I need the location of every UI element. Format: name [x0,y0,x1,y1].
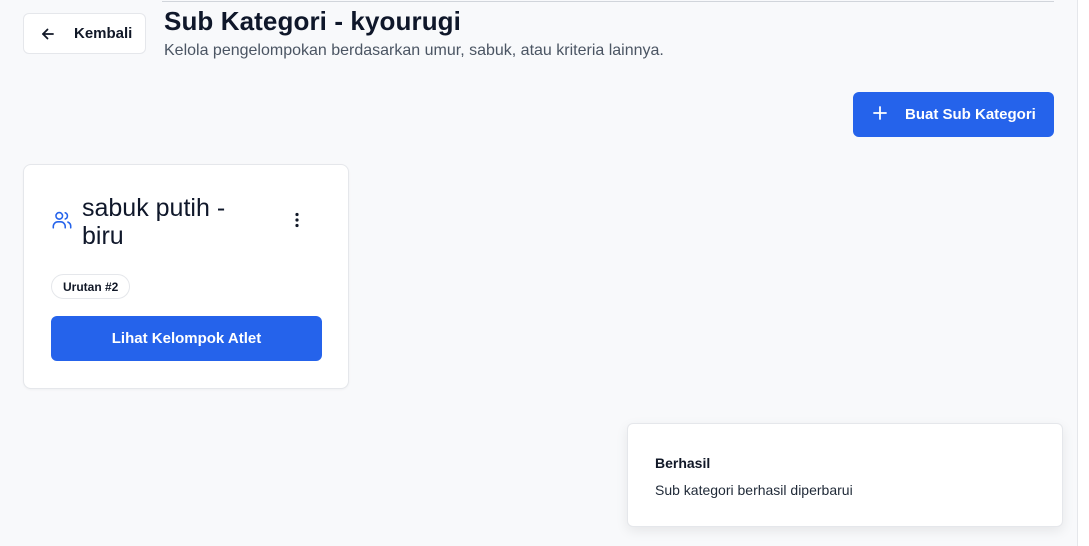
back-button-label: Kembali [74,25,133,42]
create-sub-category-label: Buat Sub Kategori [905,106,1036,123]
create-sub-category-button[interactable]: Buat Sub Kategori [853,92,1054,137]
arrow-left-icon [40,26,56,42]
toast-title: Berhasil [655,455,711,471]
toast-notification: Berhasil Sub kategori berhasil diperbaru… [627,423,1063,527]
more-options-icon[interactable] [286,209,308,231]
plus-icon [873,105,887,124]
page: Kembali Sub Kategori - kyourugi Kelola p… [0,0,1089,546]
page-subtitle: Kelola pengelompokan berdasarkan umur, s… [164,42,664,59]
view-athlete-groups-button[interactable]: Lihat Kelompok Atlet [51,316,322,361]
sub-category-title: sabuk putih - biru [82,194,226,250]
sub-category-card: sabuk putih - biru Urutan #2 Lihat Kelom… [23,164,349,389]
order-badge: Urutan #2 [51,274,131,299]
back-button[interactable]: Kembali [23,13,146,54]
page-title: Sub Kategori - kyourugi [164,6,461,36]
scrollbar-track[interactable] [1077,0,1089,546]
divider [162,1,1054,2]
users-icon [51,209,73,236]
toast-message: Sub kategori berhasil diperbarui [655,482,853,498]
